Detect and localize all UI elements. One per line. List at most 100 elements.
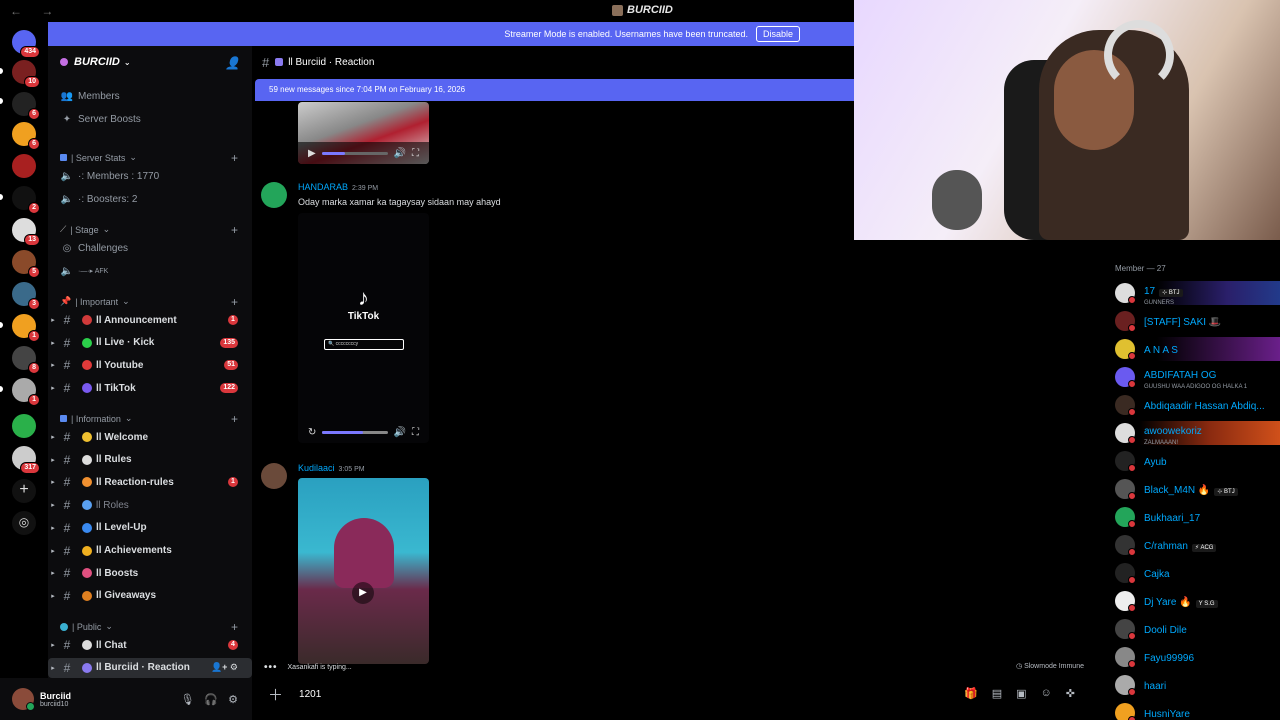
author-avatar[interactable] [261,463,287,489]
history-nav[interactable]: ← → [10,4,61,18]
member-item[interactable]: Black_M4N 🔥 ⊹ BTJ [1104,477,1280,501]
channel-tools[interactable]: 👤+ ⚙ [211,662,238,673]
member-item[interactable]: 17 ⊹ BTJ GUNNERS [1104,281,1280,306]
server-icon[interactable]: 317 [12,446,40,474]
new-messages-bar[interactable]: 59 new messages since 7:04 PM on Februar… [255,79,855,101]
channel-item[interactable]: ▸ # ll Burciid · Reaction 👤+ ⚙ [48,657,252,678]
member-item[interactable]: Ayub [1104,449,1280,473]
member-item[interactable]: Dooli Dile [1104,617,1280,641]
server-dot-icon [60,58,68,66]
stage-channel-challenges[interactable]: ◎ Challenges [48,238,252,258]
channel-item[interactable]: ▸ # ll Rules [48,450,252,470]
channel-item[interactable]: ▸ # ll Level-Up [48,518,252,538]
caret-right-icon: ▸ [51,317,55,324]
member-item[interactable]: HusniYare [1104,701,1280,720]
play-icon[interactable]: ▶ [308,148,316,159]
server-icon[interactable]: 13 [12,218,40,246]
server-icon[interactable]: 2 [12,186,40,214]
fullscreen-icon[interactable]: ⛶ [412,148,419,159]
channel-item[interactable]: ▸ # ll Achievements [48,541,252,561]
member-item[interactable]: awoowekoriz ZALMAAAN! [1104,421,1280,446]
server-icon[interactable] [12,414,36,438]
category-stage[interactable]: ⟋ | Stage ⌄ + [60,223,242,237]
video-progress[interactable] [321,151,388,155]
add-channel-icon[interactable]: + [231,151,238,165]
tiktok-video-attachment[interactable]: ♪ TikTok 🔍 ccccccccy ↻ 🔊 ⛶ [298,213,429,443]
channel-item[interactable]: ▸ # ll Giveaways [48,586,252,606]
microphone-icon[interactable]: 🎙 [180,693,194,706]
server-icon[interactable]: 1 [12,378,40,406]
channel-item[interactable]: ▸ # ll Youtube 51 [48,355,252,375]
user-info[interactable]: Burciid burciid10 [40,691,71,708]
volume-icon[interactable]: 🔊 [394,148,406,159]
video-attachment[interactable]: ▶ [298,478,429,664]
member-item[interactable]: ABDIFATAH OG GUUSHU WAA ADIGOO OG HALKA 1 [1104,365,1280,390]
server-icon[interactable]: 434 [12,30,40,58]
message-author[interactable]: Kudilaaci 3:05 PM [298,463,365,473]
server-icon[interactable] [12,154,36,178]
channel-item[interactable]: ▸ # ll Chat 4 [48,635,252,655]
headphones-icon[interactable]: 🎧 [204,693,218,706]
add-server-button[interactable]: + [12,479,36,503]
fullscreen-icon[interactable]: ⛶ [412,427,419,438]
member-item[interactable]: haari [1104,673,1280,697]
volume-icon[interactable]: 🔊 [394,427,406,438]
gift-icon[interactable]: 🎁 [964,687,978,700]
apps-icon[interactable]: ✜ [1066,687,1075,700]
member-item[interactable]: Bukhaari_17 [1104,505,1280,529]
server-icon[interactable]: 6 [12,122,40,150]
gif-icon[interactable]: ▤ [992,687,1002,700]
stat-boosters-channel[interactable]: 🔈 ·: Boosters: 2 [48,189,252,209]
channel-item[interactable]: ▸ # ll Live · Kick 135 [48,333,252,353]
message-input[interactable]: 1201 [299,689,321,700]
member-item[interactable]: A N A S [1104,337,1280,361]
server-header[interactable]: BURCIID ⌄ 👤 [48,46,252,78]
invite-people-icon[interactable]: 👤 [225,56,240,70]
channel-item[interactable]: ▸ # ll Roles [48,495,252,515]
server-icon[interactable]: 8 [12,346,40,374]
channel-item[interactable]: ▸ # ll Announcement 1 [48,310,252,330]
disable-button[interactable]: Disable [755,26,800,42]
stat-members-channel[interactable]: 🔈 ·: Members : 1770 [48,166,252,186]
server-icon[interactable]: 6 [12,92,40,120]
category-information[interactable]: | Information ⌄ + [60,412,242,426]
category-important[interactable]: 📌 | Important ⌄ + [60,295,242,309]
message-author[interactable]: HANDARAB 2:39 PM [298,182,378,192]
add-channel-icon[interactable]: + [231,223,238,237]
unread-count: 51 [224,360,238,371]
sticker-icon[interactable]: ▣ [1016,687,1026,700]
play-icon[interactable]: ▶ [352,582,374,604]
user-avatar[interactable] [12,688,35,711]
discover-button[interactable]: ◎ [12,511,36,535]
voice-channel-afk[interactable]: 🔈 ·—·▸ AFK [48,261,252,281]
member-item[interactable]: Abdiqaadir Hassan Abdiq... [1104,393,1280,417]
emoji-icon[interactable]: ☺ [1041,687,1052,700]
member-item[interactable]: Fayu99996 [1104,645,1280,669]
category-server-stats[interactable]: | Server Stats ⌄ + [60,151,242,165]
server-icon[interactable]: 5 [12,250,40,278]
channel-item[interactable]: ▸ # ll Welcome [48,427,252,447]
video-progress[interactable] [322,430,388,434]
add-channel-icon[interactable]: + [231,620,238,634]
server-icon[interactable]: 3 [12,282,40,310]
member-item[interactable]: C/rahman ⚡ ACG [1104,533,1280,557]
gear-icon[interactable]: ⚙ [228,693,238,706]
add-channel-icon[interactable]: + [231,412,238,426]
server-icon[interactable]: 1 [12,314,40,342]
channel-item[interactable]: ▸ # ll TikTok 122 [48,378,252,398]
channel-item[interactable]: ▸ # ll Reaction-rules 1 [48,472,252,492]
members-item[interactable]: 👥 Members [48,86,252,106]
category-public[interactable]: | Public ⌄ + [60,620,242,634]
video-attachment[interactable]: ▶ 🔊 ⛶ [298,102,429,164]
category-label: | Server Stats [71,152,126,163]
author-avatar[interactable] [261,182,287,208]
member-item[interactable]: Dj Yare 🔥 Y S.G [1104,589,1280,613]
replay-icon[interactable]: ↻ [308,427,316,438]
channel-item[interactable]: ▸ # ll Boosts [48,563,252,583]
add-channel-icon[interactable]: + [231,295,238,309]
server-icon[interactable]: 10 [12,60,40,88]
member-item[interactable]: [STAFF] SAKI 🎩 [1104,309,1280,333]
member-item[interactable]: Cajka [1104,561,1280,585]
server-boosts-item[interactable]: ✦ Server Boosts [48,109,252,129]
add-attachment-icon[interactable]: ＋ [268,684,283,705]
